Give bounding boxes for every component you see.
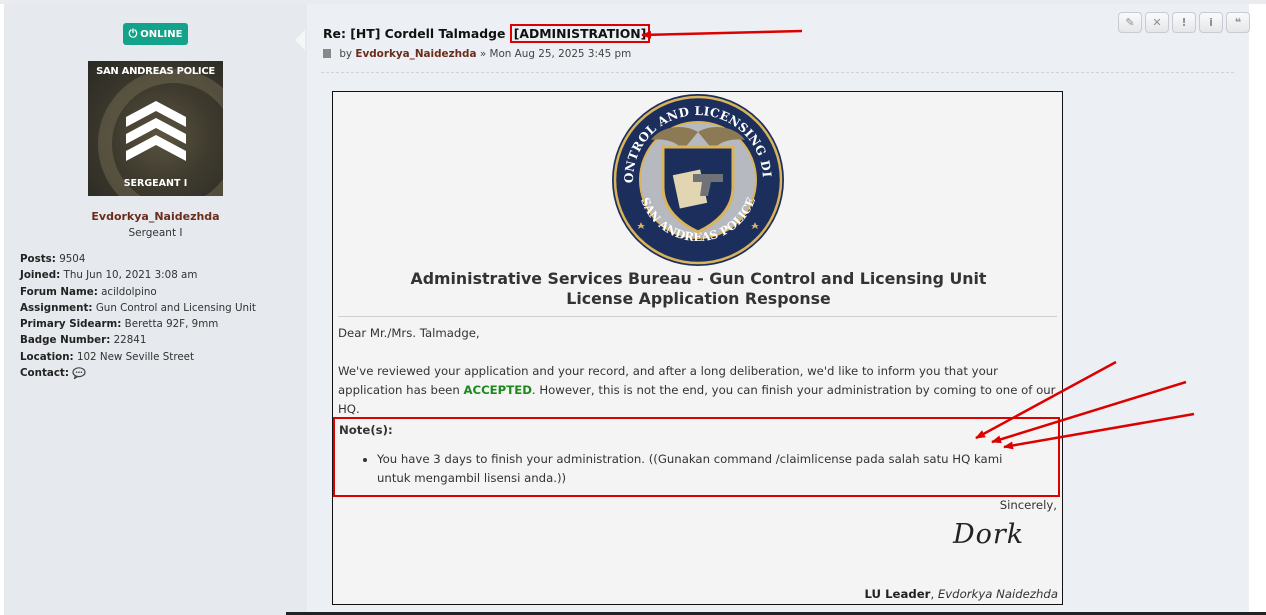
profile-field-location: Location: 102 New Seville Street (20, 350, 195, 363)
profile-field-posts: Posts: 9504 (20, 253, 86, 265)
post-date: » Mon Aug 25, 2025 3:45 pm (479, 48, 632, 60)
avatar-top-text: SAN ANDREAS POLICE (96, 66, 215, 77)
profile-field-contact: Contact: (20, 365, 256, 381)
post-title[interactable]: Re: [HT] Cordell Talmadge [ADMINISTRATIO… (323, 24, 651, 43)
closing-role: LU Leader (864, 587, 931, 601)
info-button[interactable]: i (1199, 12, 1223, 33)
post-title-text: Re: [HT] Cordell Talmadge (323, 26, 506, 41)
sergeant-chevrons-icon (126, 101, 186, 161)
username[interactable]: Evdorkya_Naidezhda (4, 210, 307, 223)
exclamation-icon: ! (1181, 16, 1187, 29)
post-icon[interactable] (323, 49, 331, 58)
body-paragraph: We've reviewed your application and your… (338, 364, 1056, 416)
post-profile: ⏻ ONLINE SAN ANDREAS POLICE SERGEANT I E… (4, 4, 307, 615)
avatar[interactable]: SAN ANDREAS POLICE SERGEANT I (88, 61, 223, 196)
online-badge: ⏻ ONLINE (123, 23, 188, 45)
profile-field-joined: Joined: Thu Jun 10, 2021 3:08 am (20, 269, 198, 282)
pencil-icon: ✎ (1125, 16, 1135, 29)
user-rank: Sergeant I (128, 227, 183, 239)
profile-field-badge-number: Badge Number: 22841 (20, 334, 147, 347)
post-toolbar: ✎ ✕ ! i ❝ (1118, 12, 1250, 33)
close-icon: ✕ (1152, 16, 1162, 29)
license-response-card: GUN CONTROL AND LICENSING DIVISION SAN A… (332, 91, 1063, 605)
avatar-bottom-text: SERGEANT I (123, 178, 188, 189)
profile-field-forum-name: Forum Name: acildolpino (20, 285, 157, 298)
power-icon: ⏻ (128, 27, 138, 40)
document-title: Administrative Services Bureau - Gun Con… (333, 269, 1064, 309)
post-author[interactable]: Evdorkya_Naidezhda (355, 48, 476, 60)
report-button[interactable]: ! (1172, 12, 1196, 33)
title-tag-highlight: [ADMINISTRATION] (509, 24, 651, 43)
post-header-divider (321, 72, 1234, 73)
delete-button[interactable]: ✕ (1145, 12, 1169, 33)
closing-name: Evdorkya Naidezhda (937, 587, 1058, 601)
sincerely: Sincerely, (999, 498, 1057, 512)
profile-fields: Posts: 9504 Joined: Thu Jun 10, 2021 3:0… (20, 251, 256, 381)
document-title-line2: License Application Response (566, 289, 831, 308)
quote-icon: ❝ (1234, 16, 1242, 29)
document-divider (338, 316, 1057, 317)
profile-field-assignment: Assignment: Gun Control and Licensing Un… (20, 301, 256, 314)
post-meta: by Evdorkya_Naidezhda » Mon Aug 25, 2025… (323, 48, 631, 60)
note-heading: Note(s): (339, 423, 393, 437)
edit-button[interactable]: ✎ (1118, 12, 1142, 33)
note-item: You have 3 days to finish your administr… (377, 450, 1019, 488)
status-accepted: ACCEPTED (463, 383, 532, 397)
closing: LU Leader, Evdorkya Naidezhda (864, 587, 1058, 601)
note-list: You have 3 days to finish your administr… (359, 450, 1019, 488)
document-title-line1: Administrative Services Bureau - Gun Con… (410, 269, 987, 288)
quote-button[interactable]: ❝ (1226, 12, 1250, 33)
profile-field-sidearm: Primary Sidearm: Beretta 92F, 9mm (20, 318, 219, 331)
speech-bubble-icon[interactable] (72, 367, 86, 380)
info-icon: i (1209, 16, 1213, 29)
signature: Dork (953, 519, 1025, 550)
note-highlight-box: Note(s): You have 3 days to finish your … (333, 417, 1060, 497)
greeting: Dear Mr./Mrs. Talmadge, (338, 326, 480, 340)
online-label: ONLINE (140, 28, 183, 40)
gcld-seal-logo: GUN CONTROL AND LICENSING DIVISION SAN A… (611, 92, 784, 266)
profile-pointer (295, 30, 305, 50)
